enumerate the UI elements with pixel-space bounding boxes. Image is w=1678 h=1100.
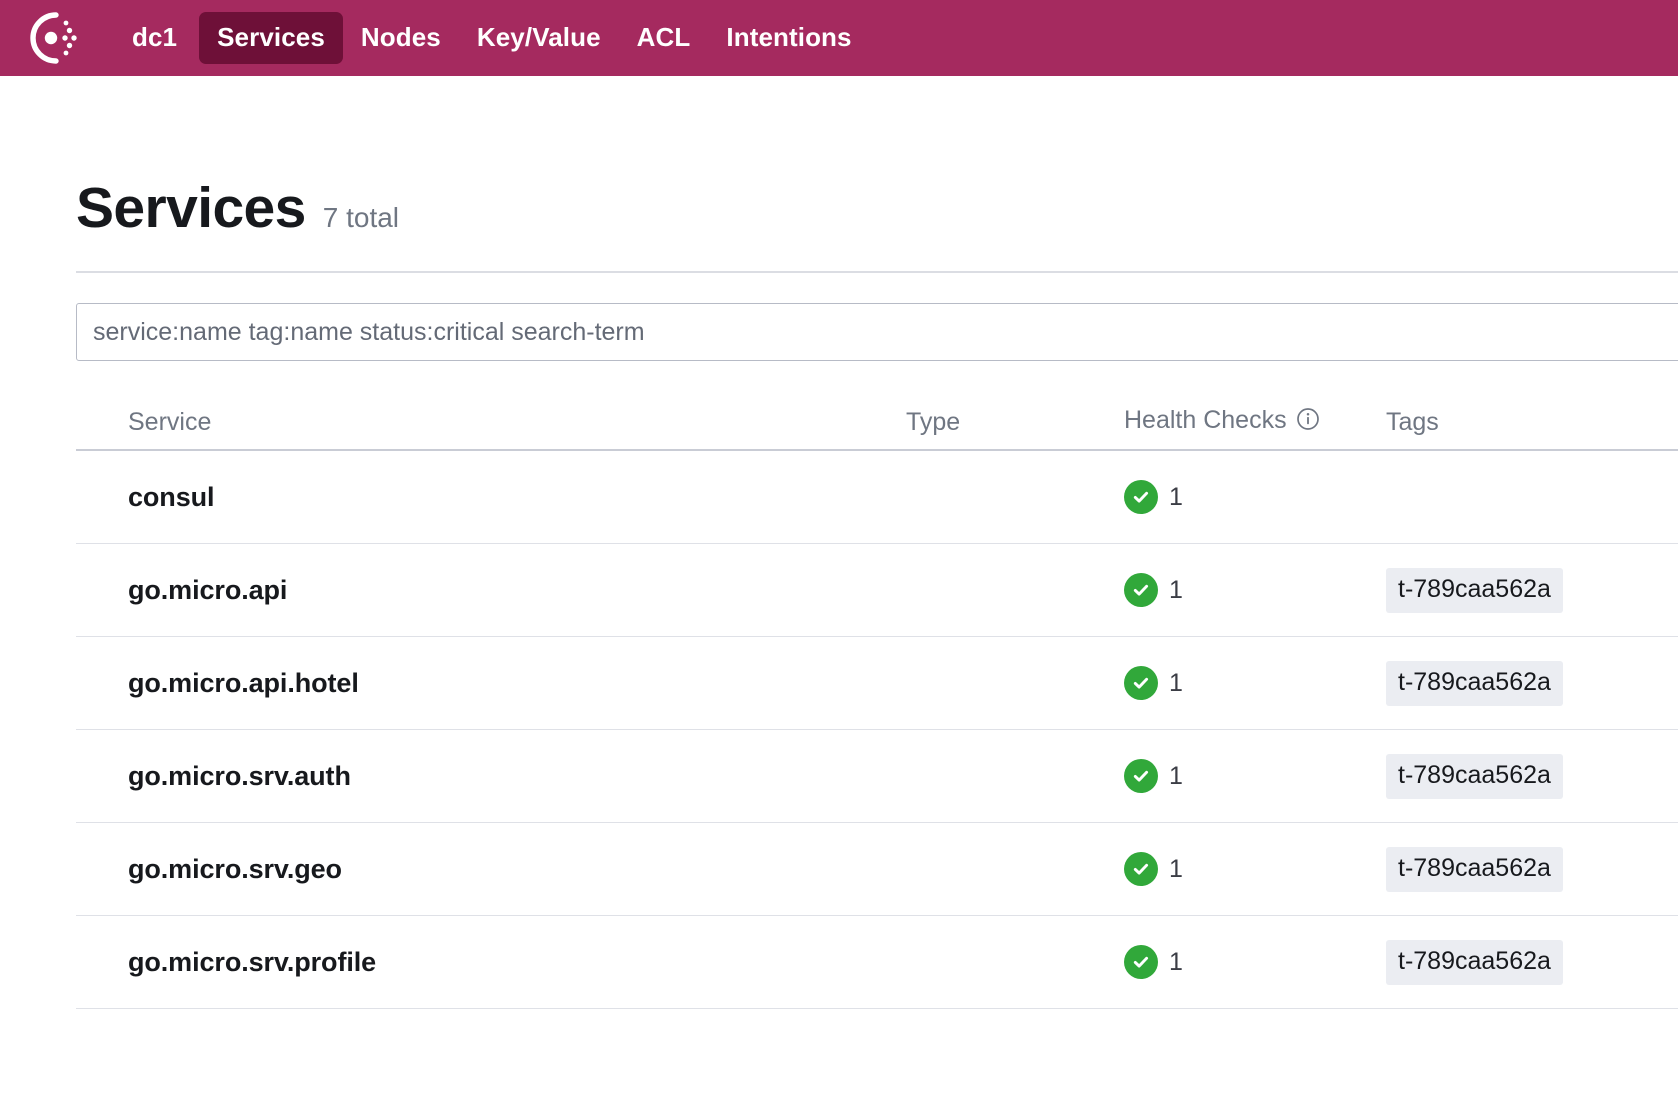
cell-health-checks: 1 bbox=[1124, 666, 1386, 700]
cell-health-checks: 1 bbox=[1124, 852, 1386, 886]
page-body: Services 7 total Service Type Health Che… bbox=[0, 76, 1678, 1009]
health-check-group: 1 bbox=[1124, 852, 1386, 886]
service-name-link[interactable]: consul bbox=[128, 482, 215, 512]
content-container: Services 7 total Service Type Health Che… bbox=[76, 76, 1678, 1009]
service-name-link[interactable]: go.micro.srv.auth bbox=[128, 761, 351, 791]
cell-service: go.micro.api bbox=[76, 575, 906, 606]
health-check-count: 1 bbox=[1169, 668, 1183, 697]
info-icon[interactable] bbox=[1296, 407, 1320, 438]
page-header: Services 7 total bbox=[76, 76, 1678, 237]
service-name-link[interactable]: go.micro.srv.profile bbox=[128, 947, 376, 977]
table-row[interactable]: go.micro.srv.auth 1 t-789caa562a bbox=[76, 730, 1678, 823]
cell-health-checks: 1 bbox=[1124, 480, 1386, 514]
nav-item-nodes[interactable]: Nodes bbox=[343, 12, 459, 64]
service-name-link[interactable]: go.micro.srv.geo bbox=[128, 854, 342, 884]
tag-chip: t-789caa562a bbox=[1386, 753, 1563, 799]
cell-service: go.micro.srv.profile bbox=[76, 947, 906, 978]
health-check-count: 1 bbox=[1169, 482, 1183, 511]
check-circle-icon bbox=[1124, 852, 1158, 886]
table-row[interactable]: consul 1 bbox=[76, 451, 1678, 544]
table-row[interactable]: go.micro.api 1 t-789caa562a bbox=[76, 544, 1678, 637]
tag-chip: t-789caa562a bbox=[1386, 939, 1563, 985]
nav-item-services[interactable]: Services bbox=[199, 12, 343, 64]
health-check-group: 1 bbox=[1124, 945, 1386, 979]
table-header-row: Service Type Health Checks Tags bbox=[76, 395, 1678, 451]
health-check-group: 1 bbox=[1124, 573, 1386, 607]
cell-service: go.micro.srv.auth bbox=[76, 761, 906, 792]
check-circle-icon bbox=[1124, 573, 1158, 607]
table-row[interactable]: go.micro.srv.geo 1 t-789caa562a bbox=[76, 823, 1678, 916]
nav-items: dc1 Services Nodes Key/Value ACL Intenti… bbox=[114, 12, 870, 64]
tag-chip: t-789caa562a bbox=[1386, 660, 1563, 706]
column-header-tags[interactable]: Tags bbox=[1386, 408, 1678, 437]
health-check-count: 1 bbox=[1169, 761, 1183, 790]
column-header-service[interactable]: Service bbox=[76, 408, 906, 437]
nav-item-acl[interactable]: ACL bbox=[619, 12, 709, 64]
check-circle-icon bbox=[1124, 666, 1158, 700]
services-table: Service Type Health Checks Tags consul 1 g… bbox=[76, 395, 1678, 1009]
health-check-count: 1 bbox=[1169, 854, 1183, 883]
health-check-group: 1 bbox=[1124, 666, 1386, 700]
consul-logo-icon[interactable] bbox=[26, 10, 82, 66]
tag-list: t-789caa562a bbox=[1386, 567, 1678, 613]
cell-health-checks: 1 bbox=[1124, 759, 1386, 793]
service-name-link[interactable]: go.micro.api.hotel bbox=[128, 668, 359, 698]
tag-list: t-789caa562a bbox=[1386, 846, 1678, 892]
cell-tags: t-789caa562a bbox=[1386, 753, 1678, 799]
cell-health-checks: 1 bbox=[1124, 573, 1386, 607]
health-check-count: 1 bbox=[1169, 575, 1183, 604]
nav-item-key-value[interactable]: Key/Value bbox=[459, 12, 619, 64]
column-header-type[interactable]: Type bbox=[906, 408, 1124, 437]
health-check-count: 1 bbox=[1169, 947, 1183, 976]
column-header-health-label: Health Checks bbox=[1124, 406, 1287, 434]
health-check-group: 1 bbox=[1124, 480, 1386, 514]
health-check-group: 1 bbox=[1124, 759, 1386, 793]
cell-tags: t-789caa562a bbox=[1386, 660, 1678, 706]
nav-datacenter[interactable]: dc1 bbox=[114, 12, 199, 64]
table-row[interactable]: go.micro.srv.profile 1 t-789caa562a bbox=[76, 916, 1678, 1009]
cell-service: consul bbox=[76, 482, 906, 513]
page-title: Services bbox=[76, 176, 306, 240]
tag-list: t-789caa562a bbox=[1386, 660, 1678, 706]
check-circle-icon bbox=[1124, 945, 1158, 979]
tag-chip: t-789caa562a bbox=[1386, 846, 1563, 892]
cell-health-checks: 1 bbox=[1124, 945, 1386, 979]
cell-tags: t-789caa562a bbox=[1386, 939, 1678, 985]
table-row[interactable]: go.micro.api.hotel 1 t-789caa562a bbox=[76, 637, 1678, 730]
cell-service: go.micro.api.hotel bbox=[76, 668, 906, 699]
cell-tags: t-789caa562a bbox=[1386, 846, 1678, 892]
check-circle-icon bbox=[1124, 480, 1158, 514]
tag-list: t-789caa562a bbox=[1386, 753, 1678, 799]
service-name-link[interactable]: go.micro.api bbox=[128, 575, 287, 605]
tag-list: t-789caa562a bbox=[1386, 939, 1678, 985]
search-input[interactable] bbox=[76, 303, 1678, 361]
page-total-count: 7 total bbox=[322, 202, 400, 233]
nav-item-intentions[interactable]: Intentions bbox=[708, 12, 869, 64]
search-container bbox=[76, 303, 1678, 361]
table-body: consul 1 go.micro.api 1 t-789caa562a go.micro… bbox=[76, 451, 1678, 1009]
top-navbar: dc1 Services Nodes Key/Value ACL Intenti… bbox=[0, 0, 1678, 76]
column-header-health-checks[interactable]: Health Checks bbox=[1124, 406, 1386, 438]
title-divider bbox=[76, 271, 1678, 273]
cell-service: go.micro.srv.geo bbox=[76, 854, 906, 885]
tag-chip: t-789caa562a bbox=[1386, 567, 1563, 613]
cell-tags: t-789caa562a bbox=[1386, 567, 1678, 613]
check-circle-icon bbox=[1124, 759, 1158, 793]
